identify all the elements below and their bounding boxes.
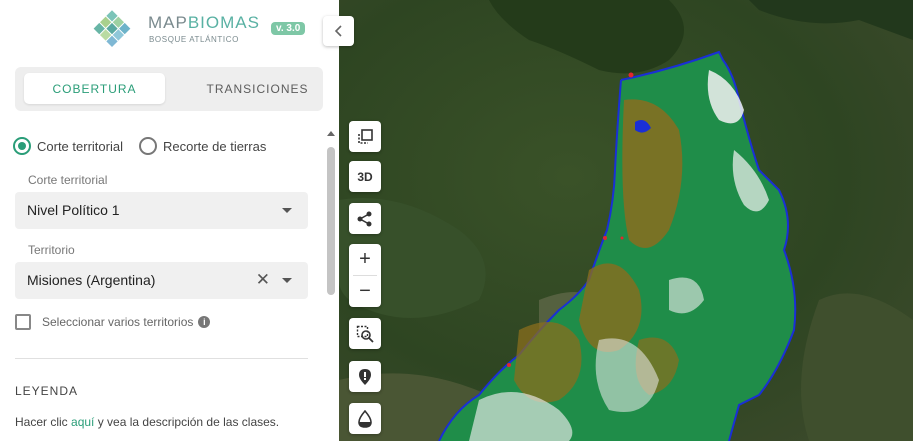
chevron-down-icon[interactable] — [282, 208, 292, 213]
territorio-select[interactable]: Misiones (Argentina) ✕ — [15, 262, 308, 299]
sidebar: MAPBIOMAS BOSQUE ATLÁNTICO v. 3.0 COBERT… — [0, 0, 339, 441]
brand-subtitle: BOSQUE ATLÁNTICO — [149, 35, 239, 44]
radio-checked-icon[interactable] — [13, 137, 31, 155]
3d-button[interactable]: 3D — [349, 161, 381, 192]
share-icon — [357, 211, 372, 226]
opacity-drop-icon — [358, 409, 372, 428]
select-value: Nivel Político 1 — [27, 202, 120, 218]
legend-description: Hacer clic aquí y vea la descripción de … — [15, 415, 280, 429]
location-pin-icon — [359, 368, 371, 385]
version-badge: v. 3.0 — [271, 22, 306, 35]
legend-link[interactable]: aquí — [71, 415, 94, 429]
map-canvas[interactable] — [339, 0, 913, 441]
zoom-out-button[interactable]: − — [349, 276, 381, 307]
zoom-area-icon — [356, 325, 374, 343]
sidebar-scrollbar[interactable] — [326, 128, 336, 441]
share-button[interactable] — [349, 203, 381, 234]
location-button[interactable] — [349, 361, 381, 392]
radio-recorte-tierras[interactable]: Recorte de tierras — [139, 136, 266, 156]
map-imagery — [339, 0, 913, 441]
corte-territorial-label: Corte territorial — [28, 173, 108, 187]
tab-transiciones[interactable]: TRANSICIONES — [187, 73, 328, 104]
header: MAPBIOMAS BOSQUE ATLÁNTICO v. 3.0 — [0, 0, 339, 58]
radio-unchecked-icon[interactable] — [139, 137, 157, 155]
chevron-left-icon — [334, 25, 342, 37]
zoom-controls: + − — [349, 244, 381, 307]
zoom-area-button[interactable] — [349, 318, 381, 349]
radio-label: Corte territorial — [37, 138, 123, 154]
tab-cobertura[interactable]: COBERTURA — [24, 73, 165, 104]
collapse-sidebar-button[interactable] — [323, 16, 354, 46]
info-icon[interactable]: i — [198, 316, 211, 328]
brand-title: MAPBIOMAS — [148, 13, 260, 32]
checkbox[interactable] — [15, 314, 31, 330]
territorio-label: Territorio — [28, 243, 75, 257]
checkbox-label: Seleccionar varios territorios — [42, 315, 194, 329]
scroll-up-icon[interactable] — [327, 131, 335, 136]
layers-button[interactable] — [349, 121, 381, 152]
divider — [15, 358, 308, 359]
tab-bar: COBERTURA TRANSICIONES — [15, 67, 323, 111]
radio-corte-territorial[interactable]: Corte territorial — [13, 136, 123, 156]
layers-icon — [358, 128, 373, 144]
corte-territorial-select[interactable]: Nivel Político 1 — [15, 192, 308, 229]
radio-label: Recorte de tierras — [163, 138, 267, 154]
legend-title: LEYENDA — [15, 384, 79, 398]
mapbiomas-logo — [93, 10, 131, 47]
scroll-thumb[interactable] — [327, 147, 335, 295]
zoom-in-button[interactable]: + — [349, 244, 381, 275]
select-value: Misiones (Argentina) — [27, 272, 156, 288]
multi-territory-option[interactable]: Seleccionar varios territorios i — [15, 314, 211, 330]
opacity-button[interactable] — [349, 403, 381, 434]
clear-icon[interactable]: ✕ — [256, 271, 270, 289]
chevron-down-icon[interactable] — [282, 278, 292, 283]
